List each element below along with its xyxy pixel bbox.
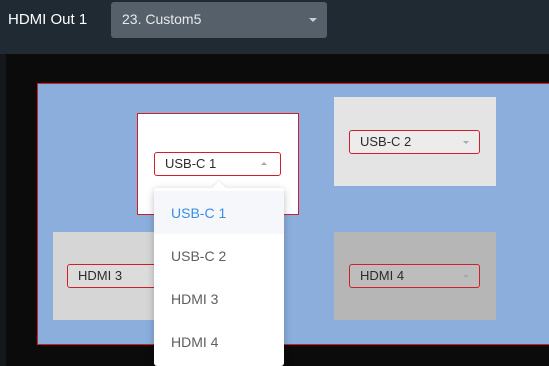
dropdown-option-hdmi-3[interactable]: HDMI 3 <box>154 277 284 320</box>
top-bar: HDMI Out 1 23. Custom5 <box>0 0 549 40</box>
chevron-down-icon <box>463 275 469 278</box>
dropdown-option-hdmi-4[interactable]: HDMI 4 <box>154 320 284 363</box>
output-label: HDMI Out 1 <box>8 11 88 28</box>
preset-value: 23. Custom5 <box>122 11 202 27</box>
window-3-source-value: HDMI 3 <box>78 268 123 283</box>
window-1-source-value: USB-C 1 <box>165 156 217 171</box>
window-2-source-value: USB-C 2 <box>360 134 412 149</box>
source-dropdown-menu: USB-C 1 USB-C 2 HDMI 3 HDMI 4 <box>154 180 284 366</box>
chevron-down-icon <box>309 18 317 22</box>
window-4-source-value: HDMI 4 <box>360 268 405 283</box>
window-4-source-select[interactable]: HDMI 4 <box>349 264 480 288</box>
chevron-down-icon <box>463 141 469 144</box>
preset-select[interactable]: 23. Custom5 <box>111 2 327 38</box>
window-3-source-select[interactable]: HDMI 3 <box>67 264 162 288</box>
dropdown-option-usb-c-1[interactable]: USB-C 1 <box>154 191 284 234</box>
dropdown-option-usb-c-2[interactable]: USB-C 2 <box>154 234 284 277</box>
chevron-up-icon <box>261 162 267 165</box>
window-2-source-select[interactable]: USB-C 2 <box>349 130 480 154</box>
workspace-edge <box>0 40 549 54</box>
window-1-source-select[interactable]: USB-C 1 <box>154 152 281 176</box>
